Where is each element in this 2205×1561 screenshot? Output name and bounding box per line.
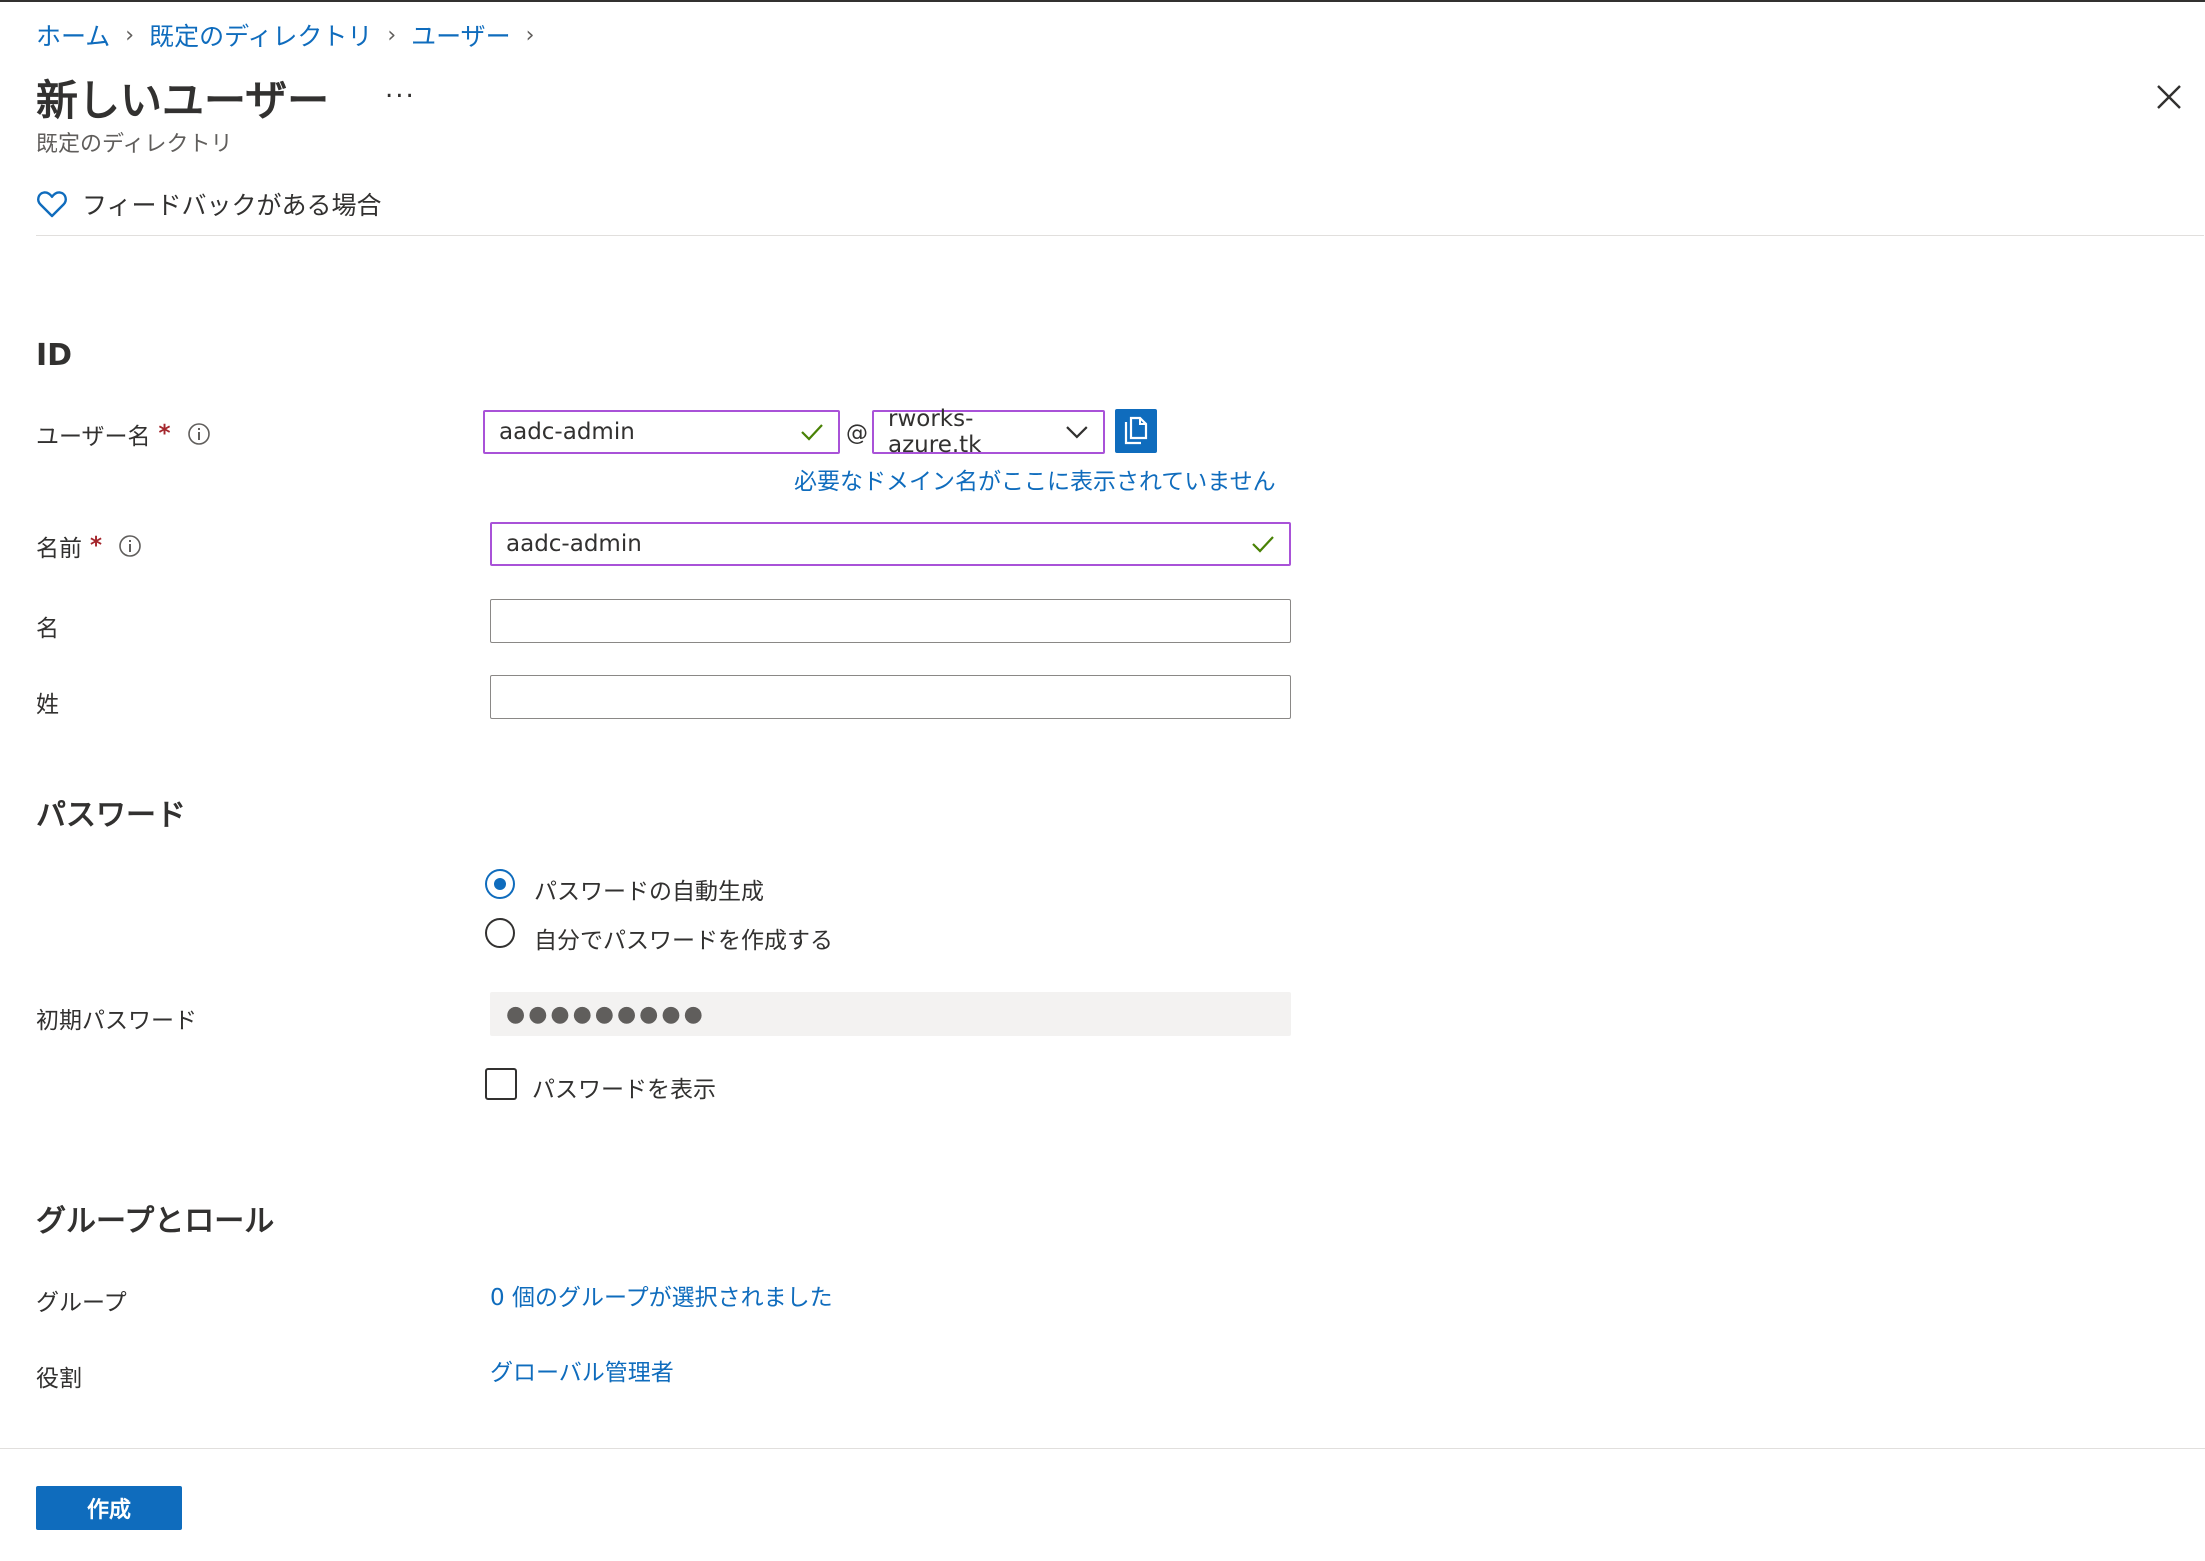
section-groups-roles-heading: グループとロール bbox=[36, 1204, 275, 1239]
name-input-value: aadc-admin bbox=[506, 531, 642, 557]
checkmark-icon bbox=[1252, 536, 1274, 553]
close-button[interactable] bbox=[2154, 82, 2184, 112]
at-sign: @ bbox=[846, 421, 868, 446]
info-icon[interactable] bbox=[118, 534, 142, 558]
breadcrumb: ホーム › 既定のディレクトリ › ユーザー › bbox=[36, 18, 549, 52]
last-name-label: 姓 bbox=[36, 692, 59, 718]
first-name-label: 名 bbox=[36, 616, 59, 642]
heart-icon bbox=[37, 191, 67, 218]
close-icon bbox=[2157, 85, 2181, 109]
breadcrumb-default-directory[interactable]: 既定のディレクトリ bbox=[149, 17, 372, 53]
section-id-heading: ID bbox=[36, 338, 73, 373]
role-link[interactable]: グローバル管理者 bbox=[490, 1353, 674, 1387]
role-label: 役割 bbox=[36, 1366, 82, 1392]
info-icon[interactable] bbox=[187, 422, 211, 446]
page-subtitle: 既定のディレクトリ bbox=[36, 132, 233, 157]
chevron-down-icon bbox=[1066, 426, 1088, 439]
groups-link[interactable]: 0 個のグループが選択されました bbox=[490, 1278, 833, 1312]
show-password-label[interactable]: パスワードを表示 bbox=[532, 1070, 716, 1104]
domain-missing-link[interactable]: 必要なドメイン名がここに表示されていません bbox=[794, 462, 1276, 496]
radio-manual-password-label[interactable]: 自分でパスワードを作成する bbox=[534, 921, 833, 955]
page-title: 新しいユーザー bbox=[36, 76, 330, 125]
username-input-value: aadc-admin bbox=[499, 419, 635, 445]
username-label: ユーザー名 * bbox=[36, 417, 211, 451]
checkmark-icon bbox=[801, 424, 823, 441]
groups-label: グループ bbox=[36, 1290, 127, 1316]
divider bbox=[36, 235, 2204, 236]
show-password-checkbox[interactable] bbox=[485, 1068, 517, 1100]
more-options-button[interactable]: ... bbox=[385, 74, 416, 104]
breadcrumb-home[interactable]: ホーム bbox=[36, 17, 110, 53]
divider bbox=[0, 1448, 2205, 1449]
name-label: 名前 * bbox=[36, 529, 142, 563]
radio-manual-password[interactable] bbox=[485, 918, 515, 948]
chevron-right-icon: › bbox=[525, 22, 535, 48]
required-mark: * bbox=[90, 533, 103, 559]
username-input[interactable]: aadc-admin bbox=[483, 410, 840, 454]
radio-auto-password-label[interactable]: パスワードの自動生成 bbox=[534, 872, 764, 906]
initial-password-value: ●●●●●●●●● bbox=[506, 1001, 706, 1027]
name-label-text: 名前 bbox=[36, 536, 82, 562]
domain-dropdown[interactable]: rworks-azure.tk bbox=[872, 406, 1105, 458]
section-password-heading: パスワード bbox=[36, 798, 186, 833]
breadcrumb-users[interactable]: ユーザー bbox=[411, 17, 511, 53]
first-name-input[interactable] bbox=[490, 599, 1291, 643]
feedback-link[interactable]: フィードバックがある場合 bbox=[36, 186, 382, 222]
username-label-text: ユーザー名 bbox=[36, 424, 151, 450]
feedback-label: フィードバックがある場合 bbox=[82, 191, 382, 220]
name-input[interactable]: aadc-admin bbox=[490, 522, 1291, 566]
chevron-right-icon: › bbox=[125, 22, 135, 48]
copy-icon bbox=[1124, 416, 1148, 445]
required-mark: * bbox=[158, 421, 171, 447]
copy-button[interactable] bbox=[1115, 409, 1157, 453]
create-button[interactable]: 作成 bbox=[36, 1486, 182, 1530]
radio-auto-password[interactable] bbox=[485, 869, 515, 899]
chevron-right-icon: › bbox=[387, 22, 397, 48]
initial-password-field: ●●●●●●●●● bbox=[490, 992, 1291, 1036]
last-name-input[interactable] bbox=[490, 675, 1291, 719]
initial-password-label: 初期パスワード bbox=[36, 1008, 197, 1034]
domain-value: rworks-azure.tk bbox=[888, 406, 982, 458]
